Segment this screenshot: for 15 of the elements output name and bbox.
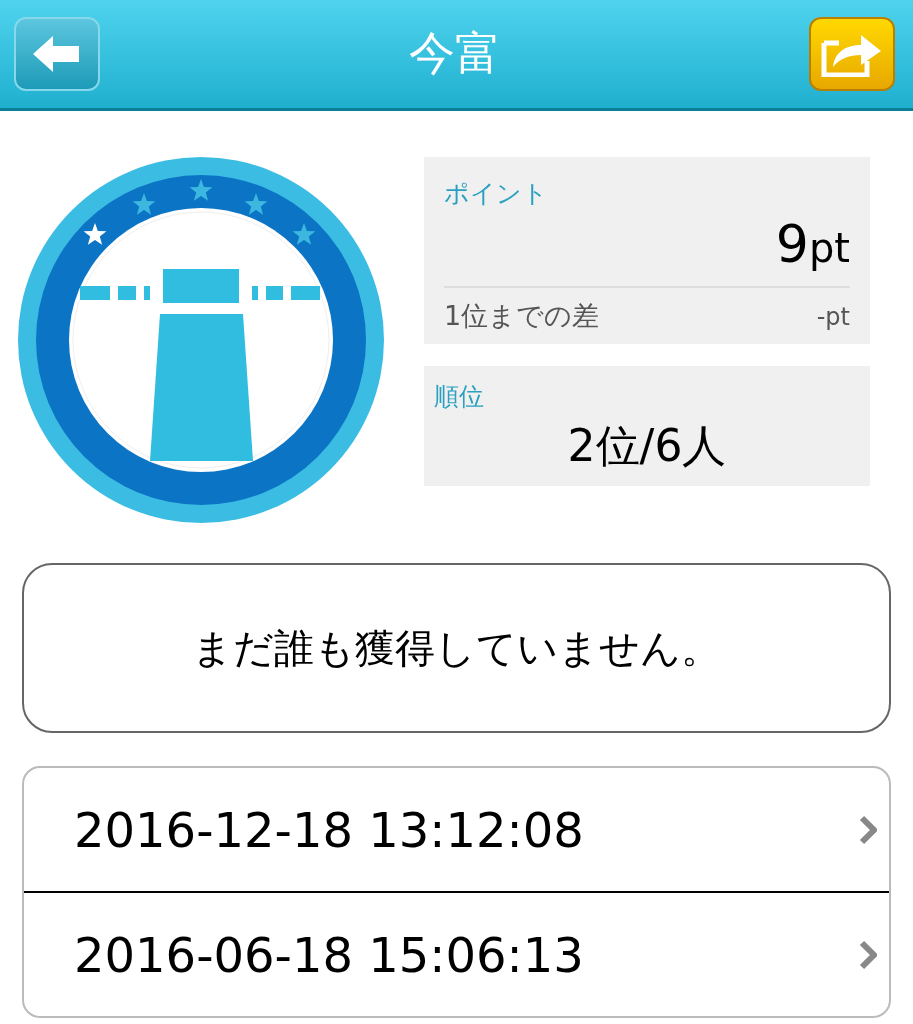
page-title: 今富 [408,25,501,82]
rank-label: 順位 [434,381,485,413]
history-item[interactable]: 2016-12-18 13:12:08 [24,768,889,891]
gap-value: -pt [816,303,850,331]
share-button[interactable] [809,17,895,91]
back-button[interactable] [14,17,100,91]
chevron-right-icon [859,814,877,845]
rank-value: 2位/6人 [566,419,728,473]
status-message: まだ誰も獲得していません。 [22,563,891,733]
points-label: ポイント [444,178,549,210]
gap-label: 1位までの差 [444,299,600,333]
back-arrow-icon [33,36,81,72]
history-item[interactable]: 2016-06-18 15:06:13 [24,891,889,1016]
chevron-right-icon [859,939,877,970]
points-value: 9pt [774,218,850,270]
